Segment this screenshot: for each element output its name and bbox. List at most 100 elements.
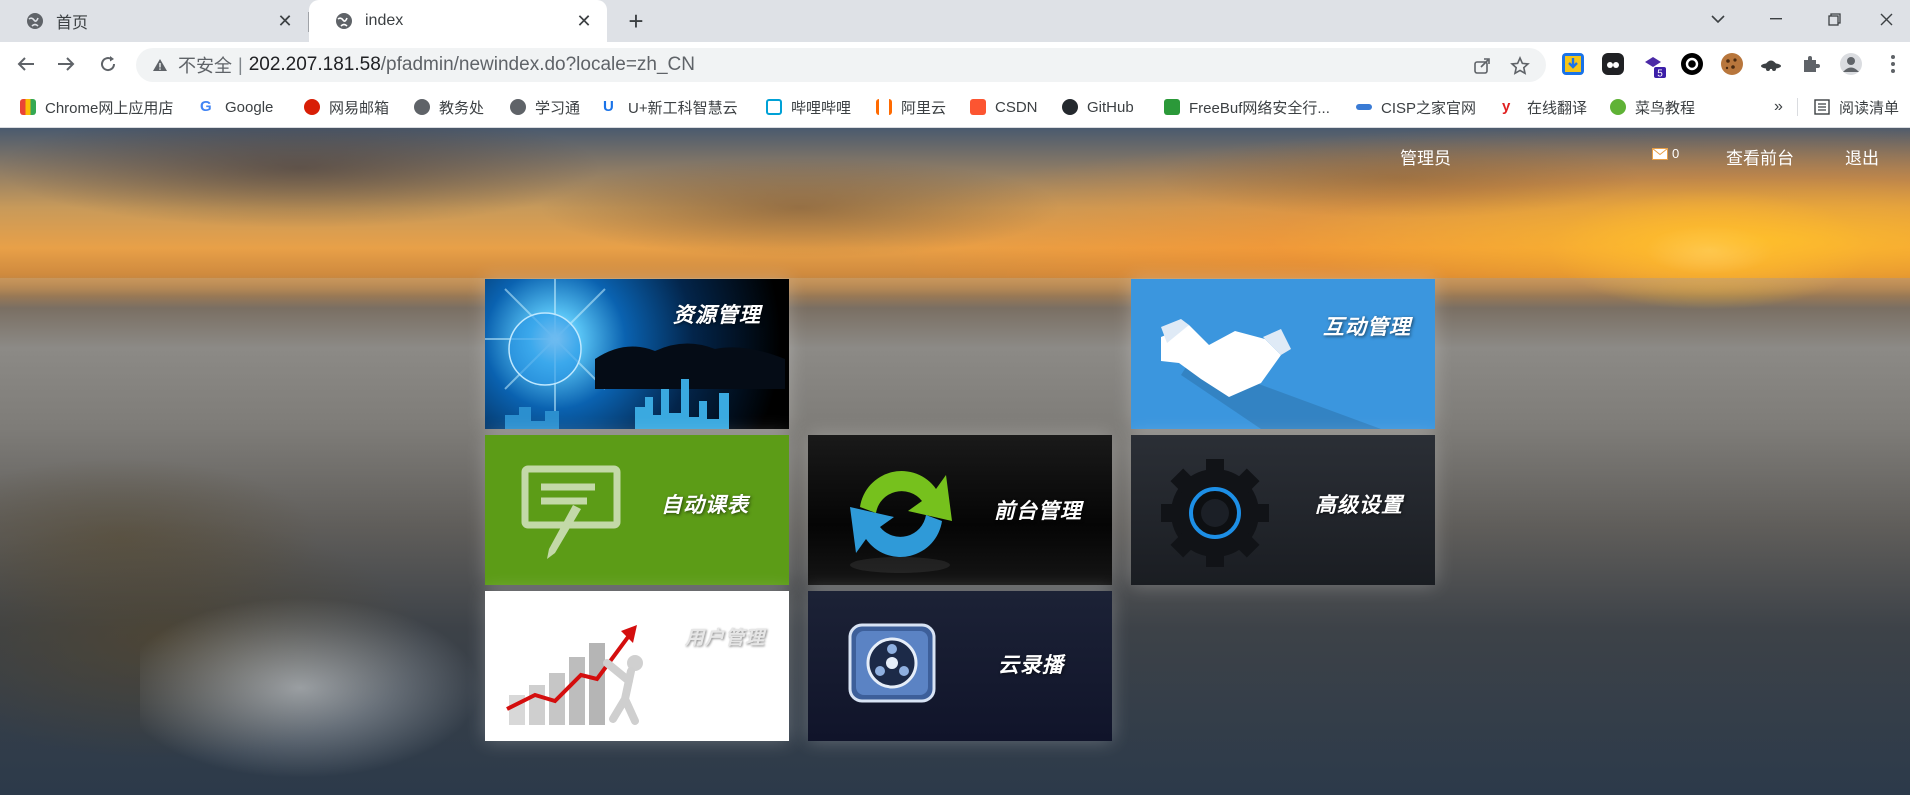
back-arrow-icon: [17, 57, 34, 71]
tab-title: index: [365, 12, 404, 29]
bookmark-item[interactable]: 学习通: [510, 97, 580, 117]
window-close-button[interactable]: [1858, 0, 1910, 38]
tile-user-management[interactable]: 用户管理: [485, 591, 789, 741]
horizon: [0, 278, 1910, 296]
bookmark-label: CSDN: [995, 98, 1038, 116]
tile-label: 资源管理: [673, 304, 761, 327]
tile-label: 云录播: [998, 654, 1064, 677]
github-icon: [1062, 99, 1078, 115]
share-icon: [1474, 58, 1490, 74]
profile-avatar[interactable]: [1840, 53, 1862, 75]
runoob-icon: [1610, 99, 1626, 115]
bookmark-label: 在线翻译: [1527, 99, 1588, 117]
bookmarks-overflow-button[interactable]: »: [1774, 97, 1783, 117]
mail-icon: [1652, 147, 1668, 160]
warning-icon: [153, 59, 167, 71]
hat-extension-icon[interactable]: 5: [1642, 53, 1666, 80]
aliyun-icon: [876, 99, 892, 115]
tile-advanced-settings[interactable]: 高级设置: [1131, 435, 1435, 585]
bookmark-star-button[interactable]: [1510, 56, 1530, 76]
share-button[interactable]: [1472, 56, 1492, 76]
extension-badge: 5: [1657, 69, 1663, 80]
bookmark-item[interactable]: FreeBuf网络安全行...: [1164, 97, 1330, 117]
reading-list-label: 阅读清单: [1839, 99, 1900, 117]
tile-label: 用户管理: [685, 628, 766, 649]
forward-button[interactable]: [52, 50, 80, 78]
spy-extension-icon[interactable]: [1760, 53, 1782, 75]
reload-button[interactable]: [94, 50, 122, 78]
bookmarks-bar: Chrome网上应用店 G Google 网易邮箱 教务处 学习通 U U+新工科智…: [0, 86, 1910, 128]
bookmark-item[interactable]: GitHub: [1062, 97, 1134, 117]
close-icon[interactable]: ✕: [276, 12, 294, 30]
restore-button[interactable]: [1806, 0, 1862, 38]
browser-toolbar: 不安全 | 202.207.181.58/pfadmin/newindex.do…: [0, 42, 1910, 86]
star-icon: [1510, 56, 1530, 75]
reload-icon: [101, 56, 116, 72]
globe-icon: [510, 99, 526, 115]
globe-icon: [27, 13, 43, 29]
url-host: 202.207.181.58: [248, 54, 381, 75]
bookmark-label: FreeBuf网络安全行...: [1189, 99, 1330, 117]
tile-label: 自动课表: [661, 494, 749, 517]
puzzle-extensions-button[interactable]: [1800, 53, 1822, 75]
gamepad-extension-icon[interactable]: [1602, 53, 1624, 75]
minimize-button[interactable]: [1748, 0, 1804, 38]
bookmark-item[interactable]: 菜鸟教程: [1610, 97, 1695, 117]
new-tab-button[interactable]: +: [622, 8, 650, 36]
bookmark-item[interactable]: CSDN: [970, 97, 1038, 117]
reading-list-button[interactable]: 阅读清单: [1814, 97, 1899, 117]
tab-strip: 首页 ✕ index ✕ +: [0, 0, 1910, 42]
bookmark-item[interactable]: CISP之家官网: [1356, 97, 1476, 117]
message-link[interactable]: 0: [1652, 146, 1679, 161]
tile-auto-schedule[interactable]: 自动课表: [485, 435, 789, 585]
security-label: 不安全: [178, 56, 232, 76]
wave-foam: [140, 558, 520, 795]
bookmark-item[interactable]: G Google: [200, 97, 273, 117]
puzzle-icon: [1804, 56, 1820, 72]
admin-label: 管理员: [1400, 149, 1451, 168]
logout-link[interactable]: 退出: [1845, 144, 1879, 169]
cookie-extension-icon[interactable]: [1721, 53, 1743, 75]
bookmark-label: CISP之家官网: [1381, 99, 1477, 117]
reading-list-icon: [1814, 99, 1830, 115]
back-button[interactable]: [12, 50, 40, 78]
download-extension-icon[interactable]: [1562, 53, 1584, 75]
person-icon: [1843, 57, 1859, 72]
tile-resource-management[interactable]: 资源管理: [485, 279, 789, 429]
bookmark-label: 教务处: [439, 99, 485, 117]
bookmarks-divider: [1797, 98, 1798, 116]
menu-button[interactable]: [1882, 53, 1904, 75]
bookmark-item[interactable]: 阿里云: [876, 97, 946, 117]
bookmark-item[interactable]: y 在线翻译: [1502, 97, 1587, 117]
address-bar[interactable]: 不安全 | 202.207.181.58/pfadmin/newindex.do…: [136, 48, 1546, 82]
url-path: /pfadmin/newindex.do?locale=zh_CN: [380, 54, 695, 75]
globe-icon: [414, 99, 430, 115]
tab-index[interactable]: index ✕: [309, 0, 607, 42]
mail-count: 0: [1672, 146, 1680, 161]
csdn-icon: [970, 99, 986, 115]
bookmark-item[interactable]: 教务处: [414, 97, 484, 117]
film-reel-icon: [848, 623, 936, 703]
tab-search-button[interactable]: [1690, 0, 1746, 38]
view-front-link[interactable]: 查看前台: [1726, 144, 1794, 169]
freebuf-icon: [1164, 99, 1180, 115]
chevron-down-icon: [1711, 15, 1725, 24]
tile-cloud-recording[interactable]: 云录播: [808, 591, 1112, 741]
forward-arrow-icon: [58, 57, 75, 71]
tab-home[interactable]: 首页 ✕: [0, 0, 308, 42]
tile-label: 高级设置: [1315, 494, 1403, 517]
tile-front-management[interactable]: 前台管理: [808, 435, 1112, 585]
security-divider: |: [238, 54, 243, 75]
u-plus-icon: U: [603, 98, 614, 115]
netease-mail-icon: [304, 99, 320, 115]
bookmark-item[interactable]: U U+新工科智慧云: [603, 97, 738, 117]
bookmark-item[interactable]: 网易邮箱: [304, 97, 389, 117]
tile-interaction-management[interactable]: 互动管理: [1131, 279, 1435, 429]
close-icon[interactable]: ✕: [575, 12, 593, 30]
tile-label: 前台管理: [994, 500, 1082, 523]
bookmark-item[interactable]: Chrome网上应用店: [20, 97, 173, 117]
bookmark-item[interactable]: 哔哩哔哩: [766, 97, 851, 117]
chrome-store-icon: [20, 99, 36, 115]
bookmark-label: 网易邮箱: [329, 99, 390, 117]
circle-extension-icon[interactable]: [1681, 53, 1703, 75]
